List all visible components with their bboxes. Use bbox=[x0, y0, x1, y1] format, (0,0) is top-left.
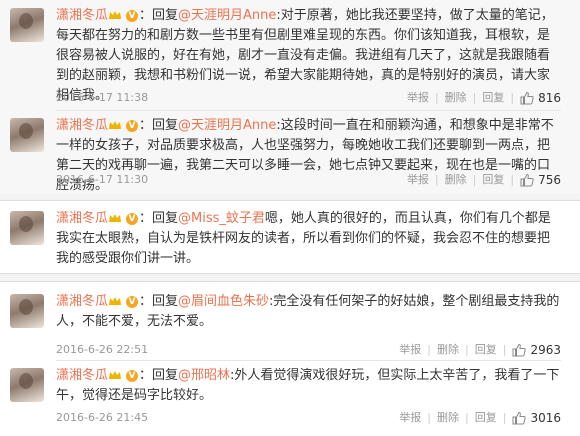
like-count: 756 bbox=[538, 173, 561, 187]
divider bbox=[56, 360, 561, 361]
thumbs-up-icon[interactable] bbox=[512, 411, 527, 425]
comment-panel-3: 潇湘冬瓜 V ：回复@眉间血色朱砂:完全没有任何架子的好姑娘，整个剧组最支持我的人，… bbox=[0, 281, 580, 436]
mention-link[interactable]: @天涯明月Anne bbox=[178, 118, 276, 133]
crown-icon bbox=[109, 214, 122, 222]
comment-panel-2: 潇湘冬瓜 V ：回复@Miss_蚊子君嗯，她人真的很好的，而且认真，你们有几个都是我… bbox=[0, 200, 580, 274]
comment-actions: 举报 | 删除 | 回复 | 2963 bbox=[399, 343, 561, 357]
like-count: 816 bbox=[538, 91, 561, 105]
avatar[interactable] bbox=[10, 8, 44, 42]
thumbs-up-icon[interactable] bbox=[520, 91, 534, 105]
thumbs-up-icon[interactable] bbox=[520, 173, 534, 187]
report-link[interactable]: 举报 bbox=[407, 91, 429, 104]
crown-icon bbox=[109, 297, 122, 305]
divider bbox=[56, 110, 561, 111]
like-count: 3016 bbox=[530, 411, 561, 425]
comment-meta: 2016-6-17 11:38 举报 | 删除 | 回复 | 816 bbox=[56, 88, 561, 108]
comment-meta: 2016-6-17 11:30 举报 | 删除 | 回复 | 756 bbox=[56, 170, 561, 190]
avatar[interactable] bbox=[10, 368, 44, 402]
username-link[interactable]: 潇湘冬瓜 bbox=[56, 368, 108, 383]
mention-link[interactable]: @眉间血色朱砂 bbox=[178, 294, 269, 309]
verified-icon: V bbox=[126, 119, 139, 132]
comment-actions: 举报 | 删除 | 回复 | 756 bbox=[406, 173, 561, 187]
comment-time: 2016-6-26 22:51 bbox=[56, 343, 149, 356]
username-link[interactable]: 潇湘冬瓜 bbox=[56, 8, 108, 23]
crown-icon bbox=[109, 371, 122, 379]
username-link[interactable]: 潇湘冬瓜 bbox=[56, 118, 108, 133]
comment-time: 2016-6-26 21:45 bbox=[56, 411, 149, 424]
crown-icon bbox=[109, 11, 122, 19]
verified-icon: V bbox=[126, 369, 139, 382]
comment-meta: 2016-6-26 21:45 举报 | 删除 | 回复 | 3016 bbox=[56, 408, 561, 428]
reply-link[interactable]: 回复 bbox=[475, 343, 497, 356]
avatar[interactable] bbox=[10, 294, 44, 328]
reply-link[interactable]: 回复 bbox=[482, 91, 504, 104]
delete-link[interactable]: 删除 bbox=[445, 91, 467, 104]
avatar[interactable] bbox=[10, 211, 44, 245]
verified-icon: V bbox=[126, 295, 139, 308]
verified-icon: V bbox=[126, 9, 139, 22]
reply-link[interactable]: 回复 bbox=[482, 173, 504, 186]
report-link[interactable]: 举报 bbox=[407, 173, 429, 186]
reply-prefix: ：回复 bbox=[139, 211, 179, 226]
like-count: 2963 bbox=[530, 343, 561, 357]
delete-link[interactable]: 删除 bbox=[445, 173, 467, 186]
mention-link[interactable]: @Miss_蚊子君 bbox=[178, 211, 265, 226]
delete-link[interactable]: 删除 bbox=[437, 343, 459, 356]
comment-text: 潇湘冬瓜 V ：回复@眉间血色朱砂:完全没有任何架子的好姑娘，整个剧组最支持我的人，… bbox=[56, 292, 561, 332]
comment-actions: 举报 | 删除 | 回复 | 816 bbox=[406, 91, 561, 105]
thumbs-up-icon[interactable] bbox=[512, 343, 527, 357]
comment-text: 潇湘冬瓜 V ：回复@邢昭林:外人看觉得演戏很好玩，但实际上太辛苦了，我看了一下午，… bbox=[56, 366, 561, 406]
reply-prefix: ：回复 bbox=[139, 294, 179, 309]
comment-actions: 举报 | 删除 | 回复 | 3016 bbox=[399, 411, 561, 425]
mention-link[interactable]: @天涯明月Anne bbox=[178, 8, 276, 23]
username-link[interactable]: 潇湘冬瓜 bbox=[56, 211, 108, 226]
comment-text: 潇湘冬瓜 V ：回复@Miss_蚊子君嗯，她人真的很好的，而且认真，你们有几个都是我… bbox=[56, 209, 561, 269]
comment-time: 2016-6-17 11:38 bbox=[56, 91, 149, 104]
reply-link[interactable]: 回复 bbox=[475, 411, 497, 424]
comment-time: 2016-6-17 11:30 bbox=[56, 173, 149, 186]
reply-prefix: ：回复 bbox=[139, 118, 179, 133]
reply-prefix: ：回复 bbox=[139, 368, 179, 383]
report-link[interactable]: 举报 bbox=[399, 411, 421, 424]
delete-link[interactable]: 删除 bbox=[437, 411, 459, 424]
crown-icon bbox=[109, 121, 122, 129]
comment-meta: 2016-6-26 22:51 举报 | 删除 | 回复 | 2963 bbox=[56, 340, 561, 360]
comment-panel-1: 潇湘冬瓜 V ：回复@天涯明月Anne:对于原著，她比我还要坚持，做了太量的笔记，每… bbox=[0, 0, 580, 194]
username-link[interactable]: 潇湘冬瓜 bbox=[56, 294, 108, 309]
mention-link[interactable]: @邢昭林 bbox=[178, 368, 230, 383]
verified-icon: V bbox=[126, 212, 139, 225]
avatar[interactable] bbox=[10, 118, 44, 152]
reply-prefix: ：回复 bbox=[139, 8, 179, 23]
report-link[interactable]: 举报 bbox=[399, 343, 421, 356]
